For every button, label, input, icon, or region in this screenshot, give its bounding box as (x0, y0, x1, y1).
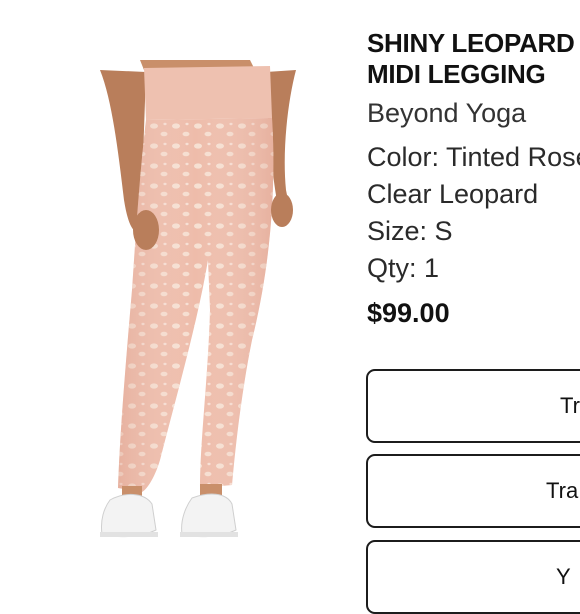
brand-name: Beyond Yoga (367, 98, 527, 128)
color-attribute: Color: Tinted Rose (367, 142, 580, 172)
action-button-2[interactable]: Tra (366, 454, 580, 528)
leggings-photo-icon (60, 60, 356, 580)
product-title-line2: MIDI LEGGING (367, 59, 546, 89)
action-button-1-label: Tr (560, 393, 580, 418)
action-button-1[interactable]: Tr (366, 369, 580, 443)
product-title: SHINY LEOPARD MIDI LEGGING (367, 28, 580, 90)
size-attribute: Size: S (367, 216, 453, 246)
product-title-line1: SHINY LEOPARD (367, 28, 575, 58)
action-button-3[interactable]: Y (366, 540, 580, 614)
action-button-2-label: Tra (546, 478, 579, 503)
action-button-3-label: Y (556, 564, 571, 589)
color-attribute-continued: Clear Leopard (367, 179, 539, 209)
quantity-attribute: Qty: 1 (367, 253, 440, 283)
product-details: SHINY LEOPARD MIDI LEGGING Beyond Yoga C… (367, 28, 580, 330)
product-photo (60, 60, 356, 580)
price: $99.00 (367, 298, 450, 328)
